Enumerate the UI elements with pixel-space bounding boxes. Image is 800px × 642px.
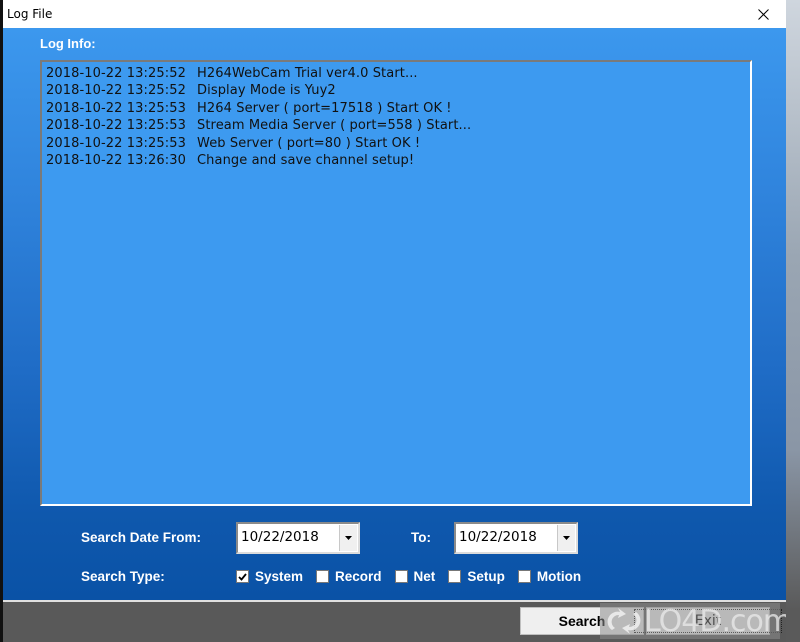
checkbox-label: Setup — [467, 569, 505, 584]
log-entry-message: H264 Server ( port=17518 ) Start OK ! — [197, 100, 452, 116]
background-window-edge-right — [786, 0, 800, 642]
chevron-down-icon — [563, 536, 570, 540]
log-entry[interactable]: 2018-10-22 13:25:52 Display Mode is Yuy2 — [42, 82, 750, 99]
search-type-label: Search Type: — [81, 569, 165, 584]
log-info-label: Log Info: — [40, 36, 96, 51]
log-entry-timestamp: 2018-10-22 13:26:30 — [46, 152, 186, 168]
search-type-net-checkbox[interactable]: Net — [394, 569, 436, 584]
checkbox-label: Motion — [536, 569, 582, 584]
date-from-picker[interactable]: 10/22/2018 — [236, 522, 360, 554]
log-entry-message: Change and save channel setup! — [197, 152, 415, 168]
search-button-label: Search — [558, 613, 606, 629]
date-to-picker[interactable]: 10/22/2018 — [454, 522, 578, 554]
chevron-down-icon — [345, 536, 352, 540]
log-info-listbox[interactable]: 2018-10-22 13:25:52 H264WebCam Trial ver4… — [40, 60, 752, 506]
dialog-footer: Search Exit — [3, 600, 786, 642]
log-entry-timestamp: 2018-10-22 13:25:53 — [46, 100, 186, 116]
log-entry[interactable]: 2018-10-22 13:26:30 Change and save chann… — [42, 152, 750, 169]
dialog-client-area: Log Info: 2018-10-22 13:25:52 H264WebCam … — [3, 28, 786, 600]
checkbox-box[interactable] — [316, 570, 330, 583]
checkbox-box[interactable] — [236, 570, 249, 583]
window-title: Log File — [7, 7, 53, 21]
search-button[interactable]: Search — [520, 607, 644, 635]
checkmark-icon — [238, 572, 247, 581]
log-entry-timestamp: 2018-10-22 13:25:52 — [46, 83, 186, 99]
checkbox-box[interactable] — [448, 570, 462, 583]
checkbox-box[interactable] — [517, 570, 531, 583]
checkbox-label: System — [255, 569, 304, 584]
date-to-dropdown-button[interactable] — [557, 525, 575, 551]
exit-button[interactable]: Exit — [633, 607, 783, 635]
checkbox-box[interactable] — [394, 570, 408, 583]
log-entry-timestamp: 2018-10-22 13:25:52 — [46, 66, 186, 81]
search-type-motion-checkbox[interactable]: Motion — [517, 569, 582, 584]
log-entry[interactable]: 2018-10-22 13:25:53 H264 Server ( port=17… — [42, 100, 750, 117]
log-entry-message: H264WebCam Trial ver4.0 Start... — [197, 66, 418, 81]
close-icon — [758, 8, 769, 20]
log-entry[interactable]: 2018-10-22 13:25:52 H264WebCam Trial ver4… — [42, 65, 750, 82]
search-type-setup-checkbox[interactable]: Setup — [448, 569, 505, 584]
search-type-record-checkbox[interactable]: Record — [316, 569, 382, 584]
log-entry-message: Web Server ( port=80 ) Start OK ! — [197, 135, 421, 151]
date-from-dropdown-button[interactable] — [339, 525, 357, 551]
log-entry-message: Stream Media Server ( port=558 ) Start..… — [197, 118, 472, 134]
log-entry-timestamp: 2018-10-22 13:25:53 — [46, 118, 186, 134]
close-button[interactable] — [741, 0, 786, 28]
date-to-value: 10/22/2018 — [459, 529, 537, 545]
title-bar: Log File — [3, 0, 786, 28]
checkbox-label: Net — [413, 569, 436, 584]
log-entry[interactable]: 2018-10-22 13:25:53 Stream Media Server (… — [42, 117, 750, 134]
search-type-system-checkbox[interactable]: System — [236, 569, 303, 584]
search-date-to-label: To: — [411, 530, 431, 545]
log-entry[interactable]: 2018-10-22 13:25:53 Web Server ( port=80 … — [42, 135, 750, 152]
search-date-from-label: Search Date From: — [81, 530, 202, 545]
date-from-value: 10/22/2018 — [241, 529, 319, 545]
search-type-checkboxes: System Record Net Setup Motion — [236, 569, 594, 584]
checkbox-label: Record — [335, 569, 382, 584]
log-entry-timestamp: 2018-10-22 13:25:53 — [46, 135, 186, 151]
log-entry-message: Display Mode is Yuy2 — [197, 83, 336, 99]
exit-button-label: Exit — [633, 609, 783, 633]
log-file-dialog: Log File Log Info: 2018-10-22 13:25:52 H2… — [3, 0, 786, 642]
